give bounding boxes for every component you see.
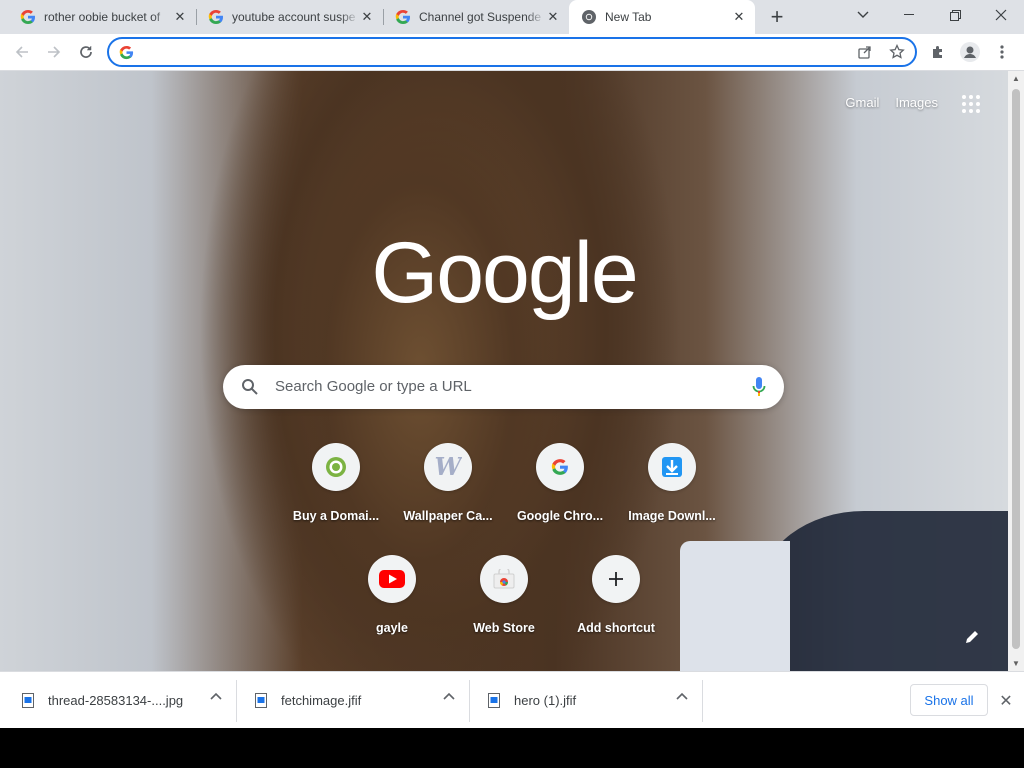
address-bar[interactable] bbox=[107, 37, 917, 67]
download-filename: fetchimage.jfif bbox=[281, 692, 362, 708]
tab-title: New Tab bbox=[605, 10, 652, 24]
google-logo: Google bbox=[366, 224, 642, 324]
back-arrow-icon[interactable] bbox=[10, 40, 34, 64]
restore-icon[interactable] bbox=[932, 0, 978, 30]
scroll-up-arrow-icon[interactable]: ▲ bbox=[1012, 74, 1020, 83]
scroll-down-arrow-icon[interactable]: ▼ bbox=[1012, 659, 1020, 668]
google-apps-grid-icon[interactable] bbox=[960, 93, 982, 115]
tab-1[interactable]: rother oobie bucket of ✕ bbox=[0, 0, 196, 34]
vertical-scrollbar[interactable]: ▲ ▼ bbox=[1008, 71, 1024, 671]
close-window-icon[interactable] bbox=[978, 0, 1024, 30]
image-file-icon bbox=[255, 692, 267, 708]
tab-title: Channel got Suspende bbox=[419, 10, 542, 24]
download-separator bbox=[702, 680, 703, 722]
shortcut-gayle[interactable]: gayle bbox=[336, 555, 448, 667]
svg-text:Google: Google bbox=[371, 225, 636, 321]
ntp-search-box[interactable]: Search Google or type a URL bbox=[223, 365, 784, 409]
google-g-icon bbox=[20, 10, 35, 24]
chevron-up-icon[interactable] bbox=[676, 692, 688, 700]
add-shortcut-button[interactable]: Add shortcut bbox=[560, 555, 672, 667]
shortcut-label: Wallpaper Ca... bbox=[403, 509, 493, 523]
shortcut-web-store[interactable]: Web Store bbox=[448, 555, 560, 667]
download-item[interactable]: thread-28583134-....jpg bbox=[22, 680, 236, 720]
download-separator bbox=[469, 680, 470, 722]
tab-new-tab-active[interactable]: New Tab ✕ bbox=[569, 0, 755, 34]
image-file-icon bbox=[488, 692, 500, 708]
download-shelf: thread-28583134-....jpg fetchimage.jfif … bbox=[0, 671, 1024, 728]
shortcut-label: Buy a Domai... bbox=[292, 509, 380, 523]
shortcut-wallpaper-cave[interactable]: W Wallpaper Ca... bbox=[392, 443, 504, 555]
w-letter-icon: W bbox=[424, 443, 472, 491]
menu-kebab-icon[interactable] bbox=[990, 40, 1014, 64]
shortcut-label: Add shortcut bbox=[577, 621, 655, 635]
show-all-downloads-button[interactable]: Show all bbox=[910, 684, 988, 716]
close-tab-icon[interactable]: ✕ bbox=[545, 9, 561, 25]
tab-title: rother oobie bucket of bbox=[44, 10, 161, 24]
plus-icon bbox=[592, 555, 640, 603]
shortcut-label: Google Chro... bbox=[516, 509, 604, 523]
close-tab-icon[interactable]: ✕ bbox=[731, 9, 747, 25]
reload-icon[interactable] bbox=[74, 40, 98, 64]
background-photo-detail bbox=[680, 541, 790, 671]
bookmark-star-icon[interactable] bbox=[889, 43, 905, 65]
chrome-icon bbox=[582, 10, 596, 24]
close-tab-icon[interactable]: ✕ bbox=[172, 9, 188, 25]
browser-toolbar bbox=[0, 34, 1024, 71]
profile-avatar-icon[interactable] bbox=[958, 40, 982, 64]
svg-text:W: W bbox=[435, 455, 462, 479]
shortcut-label: gayle bbox=[376, 621, 408, 635]
new-tab-page-background: Gmail Images Google Search Google or typ… bbox=[0, 71, 1008, 671]
google-g-icon bbox=[395, 10, 410, 24]
tab-search-chevron-icon[interactable] bbox=[840, 0, 886, 30]
gmail-link[interactable]: Gmail bbox=[845, 95, 879, 110]
minimize-icon[interactable] bbox=[886, 0, 932, 30]
google-g-icon bbox=[208, 10, 223, 24]
extensions-puzzle-icon[interactable] bbox=[926, 40, 950, 64]
image-file-icon bbox=[22, 692, 34, 708]
customize-pencil-icon[interactable] bbox=[964, 629, 984, 649]
chevron-up-icon[interactable] bbox=[443, 692, 455, 700]
tab-title: youtube account suspe bbox=[232, 10, 356, 24]
search-icon bbox=[242, 379, 258, 395]
images-link[interactable]: Images bbox=[895, 95, 938, 110]
new-tab-plus-icon[interactable]: + bbox=[766, 6, 788, 28]
download-separator bbox=[236, 680, 237, 722]
address-input[interactable] bbox=[141, 43, 841, 61]
shortcut-label: Web Store bbox=[473, 621, 535, 635]
tab-2[interactable]: youtube account suspe ✕ bbox=[196, 0, 383, 34]
close-shelf-icon[interactable]: ✕ bbox=[996, 691, 1016, 711]
screen-bottom-area bbox=[0, 728, 1024, 768]
scrollbar-thumb[interactable] bbox=[1012, 89, 1020, 649]
download-item[interactable]: hero (1).jfif bbox=[488, 680, 702, 720]
shortcut-google-chrome[interactable]: Google Chro... bbox=[504, 443, 616, 555]
download-filename: hero (1).jfif bbox=[514, 692, 577, 708]
tab-3[interactable]: Channel got Suspende ✕ bbox=[383, 0, 569, 34]
chrome-web-store-icon bbox=[480, 555, 528, 603]
shortcut-label: Image Downl... bbox=[628, 509, 716, 523]
green-ring-icon bbox=[312, 443, 360, 491]
download-filename: thread-28583134-....jpg bbox=[48, 692, 184, 708]
shortcut-image-downloader[interactable]: Image Downl... bbox=[616, 443, 728, 555]
microphone-icon[interactable] bbox=[752, 376, 766, 398]
top-links: Gmail Images bbox=[845, 95, 938, 110]
google-g-icon bbox=[536, 443, 584, 491]
close-tab-icon[interactable]: ✕ bbox=[359, 9, 375, 25]
youtube-icon bbox=[368, 555, 416, 603]
forward-arrow-icon[interactable] bbox=[42, 40, 66, 64]
download-item[interactable]: fetchimage.jfif bbox=[255, 680, 469, 720]
tab-strip: rother oobie bucket of ✕ youtube account… bbox=[0, 0, 1024, 34]
google-g-icon bbox=[119, 45, 134, 60]
search-placeholder: Search Google or type a URL bbox=[275, 378, 472, 395]
shortcut-buy-a-domain[interactable]: Buy a Domai... bbox=[280, 443, 392, 555]
share-icon[interactable] bbox=[857, 44, 873, 65]
chevron-up-icon[interactable] bbox=[210, 692, 222, 700]
download-arrow-icon bbox=[648, 443, 696, 491]
